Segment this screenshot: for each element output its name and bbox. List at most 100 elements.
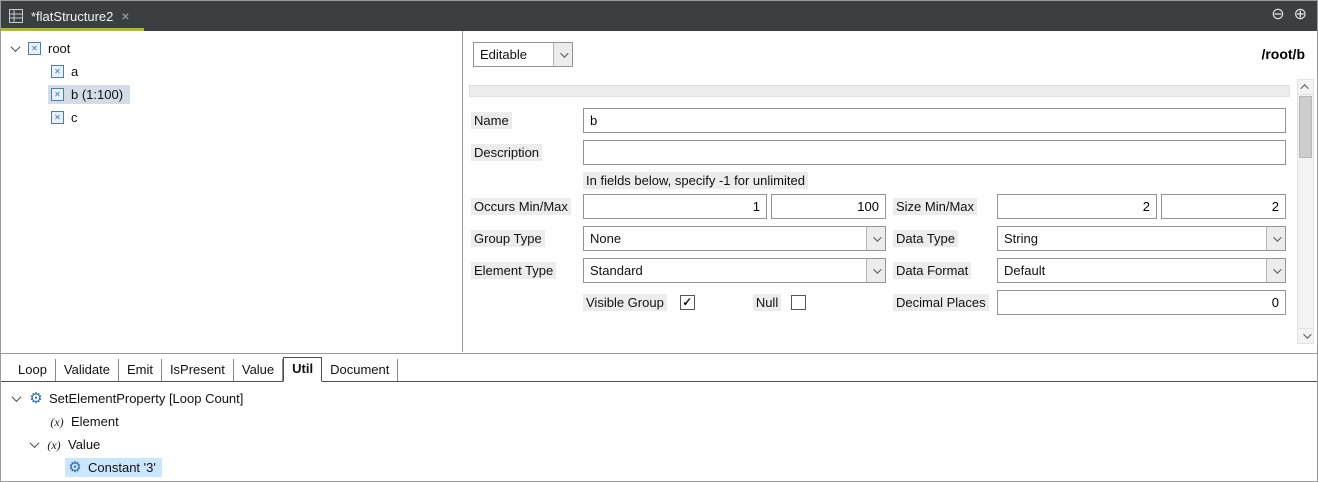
occurs-max-input[interactable] [771, 194, 886, 219]
tab-title: *flatStructure2 [31, 9, 113, 24]
description-input[interactable] [583, 140, 1286, 165]
properties-panel: Editable /root/b Name Description [464, 31, 1317, 352]
rule-item-label: Value [68, 437, 100, 452]
structure-tree-panel: root a b (1:100) c [1, 31, 463, 352]
decimal-places-label: Decimal Places [893, 294, 989, 311]
tree-item-label: a [71, 64, 78, 79]
tab-document[interactable]: Document [322, 359, 398, 381]
minimize-view-icon[interactable]: ⊖ [1271, 4, 1284, 26]
chevron-down-icon[interactable] [866, 227, 885, 250]
tree-item-a[interactable]: a [1, 60, 462, 83]
chevron-down-icon[interactable] [866, 259, 885, 282]
structure-tree: root a b (1:100) c [1, 31, 462, 129]
element-type-value: Standard [584, 263, 866, 278]
form-row-occurs-size: Occurs Min/Max Size Min/Max [471, 194, 1286, 219]
tree-item-label: c [71, 110, 78, 125]
tree-item-c[interactable]: c [1, 106, 462, 129]
tab-value[interactable]: Value [234, 359, 283, 381]
chevron-expanded-icon[interactable] [30, 438, 40, 448]
data-format-value: Default [998, 263, 1266, 278]
tab-emit[interactable]: Emit [119, 359, 162, 381]
tab-ispresent[interactable]: IsPresent [162, 359, 234, 381]
scroll-up-icon[interactable] [1298, 80, 1313, 95]
rule-item-label: Element [71, 414, 119, 429]
element-path: /root/b [1261, 46, 1305, 62]
rules-panel: Loop Validate Emit IsPresent Value Util … [1, 353, 1317, 481]
name-input[interactable] [583, 108, 1286, 133]
name-label: Name [471, 112, 512, 129]
chevron-down-icon[interactable] [1266, 227, 1285, 250]
function-x-icon [45, 439, 63, 451]
tree-item-label: b (1:100) [71, 87, 123, 102]
maximize-view-icon[interactable]: ⊕ [1294, 4, 1307, 26]
unlimited-note: In fields below, specify -1 for unlimite… [583, 172, 808, 189]
rule-item-label: SetElementProperty [Loop Count] [49, 391, 243, 406]
function-x-icon [48, 416, 66, 428]
element-type-select[interactable]: Standard [583, 258, 886, 283]
form-row-name: Name [471, 108, 1286, 133]
null-checkbox[interactable] [791, 295, 806, 310]
data-format-label: Data Format [893, 262, 971, 279]
rule-item-constant[interactable]: Constant '3' [1, 456, 1317, 479]
scroll-down-icon[interactable] [1298, 328, 1313, 343]
check-mark-icon: ✓ [682, 296, 692, 308]
rule-tree: SetElementProperty [Loop Count] Element … [1, 382, 1317, 479]
chevron-expanded-icon[interactable] [11, 42, 21, 52]
size-min-input[interactable] [997, 194, 1157, 219]
element-icon [51, 111, 64, 124]
tab-validate[interactable]: Validate [56, 359, 119, 381]
chevron-expanded-icon[interactable] [12, 392, 22, 402]
record-icon [28, 42, 41, 55]
visible-group-checkbox[interactable]: ✓ [680, 295, 695, 310]
structure-file-icon [9, 9, 23, 23]
size-max-input[interactable] [1161, 194, 1286, 219]
editable-mode-value: Editable [474, 47, 553, 62]
service-gears-icon [28, 391, 44, 406]
data-format-select[interactable]: Default [997, 258, 1286, 283]
rule-item-setelementproperty[interactable]: SetElementProperty [Loop Count] [1, 387, 1317, 410]
visible-group-label: Visible Group [583, 294, 667, 311]
rule-item-value[interactable]: Value [1, 433, 1317, 456]
group-type-select[interactable]: None [583, 226, 886, 251]
description-label: Description [471, 144, 542, 161]
decimal-places-input[interactable] [997, 290, 1286, 315]
group-type-value: None [584, 231, 866, 246]
rule-item-element[interactable]: Element [1, 410, 1317, 433]
vertical-scrollbar[interactable] [1297, 79, 1314, 344]
rules-tabbar: Loop Validate Emit IsPresent Value Util … [1, 354, 1317, 382]
form-row-note: In fields below, specify -1 for unlimite… [471, 171, 1286, 189]
null-label: Null [753, 294, 781, 311]
data-type-value: String [998, 231, 1266, 246]
tree-item-b[interactable]: b (1:100) [1, 83, 462, 106]
form-row-element-type-format: Element Type Standard Data Format Defaul… [471, 258, 1286, 283]
element-properties-form: Name Description In fields below, specif… [471, 108, 1286, 322]
group-type-label: Group Type [471, 230, 545, 247]
occurs-min-input[interactable] [583, 194, 767, 219]
scrollbar-thumb[interactable] [1299, 96, 1312, 158]
service-gears-icon [67, 460, 83, 475]
element-icon [51, 88, 64, 101]
form-row-group-data-type: Group Type None Data Type String [471, 226, 1286, 251]
app-window: *flatStructure2 × ⊖ ⊕ root a b (1:100) [0, 0, 1318, 482]
selected-rule-item: Constant '3' [65, 458, 162, 477]
titlebar: *flatStructure2 × ⊖ ⊕ [1, 1, 1317, 31]
tab-util[interactable]: Util [283, 357, 322, 382]
chevron-down-icon[interactable] [553, 43, 572, 66]
tree-item-label: root [48, 41, 70, 56]
horizontal-scrollbar[interactable] [469, 85, 1290, 97]
element-icon [51, 65, 64, 78]
editable-mode-select[interactable]: Editable [473, 42, 573, 67]
chevron-down-icon[interactable] [1266, 259, 1285, 282]
form-row-flags-decimal: Visible Group ✓ Null Decimal Places [471, 290, 1286, 315]
data-type-select[interactable]: String [997, 226, 1286, 251]
data-type-label: Data Type [893, 230, 958, 247]
size-minmax-label: Size Min/Max [893, 198, 977, 215]
editor-tab-flatstructure2[interactable]: *flatStructure2 × [1, 1, 144, 31]
tab-loop[interactable]: Loop [10, 359, 56, 381]
rule-item-label: Constant '3' [88, 460, 156, 475]
occurs-minmax-label: Occurs Min/Max [471, 198, 571, 215]
element-type-label: Element Type [471, 262, 556, 279]
tree-item-root[interactable]: root [1, 37, 462, 60]
form-row-description: Description [471, 140, 1286, 165]
close-tab-icon[interactable]: × [121, 9, 129, 23]
